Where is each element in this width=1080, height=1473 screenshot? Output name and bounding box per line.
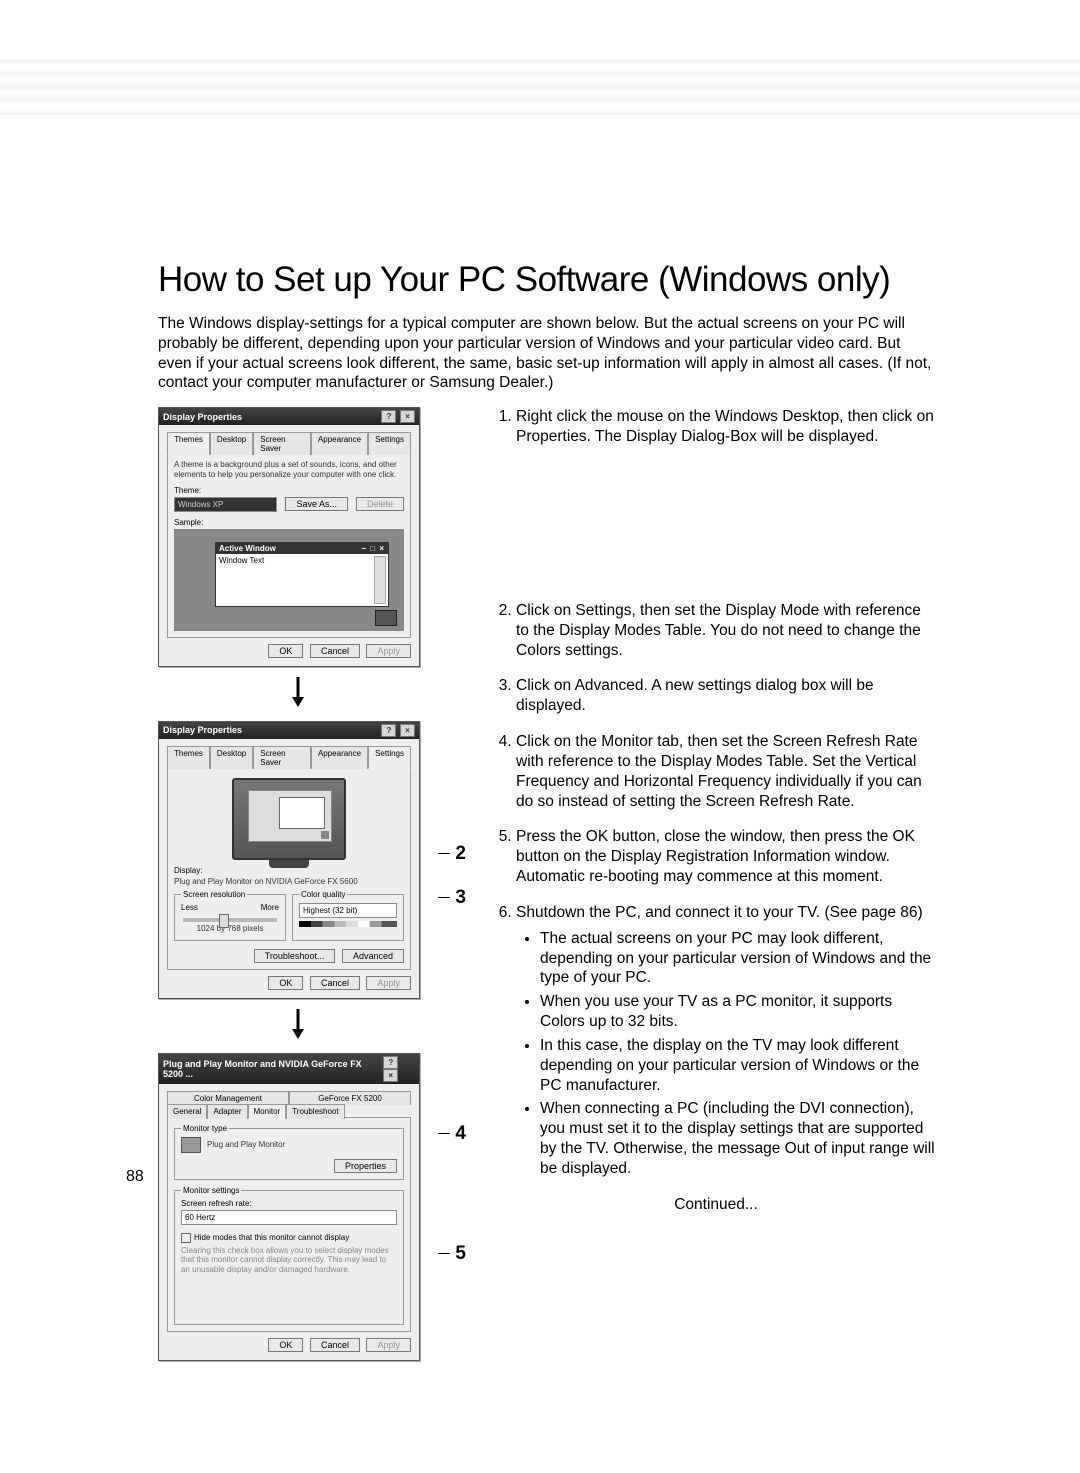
- properties-button[interactable]: Properties: [334, 1159, 397, 1173]
- intro-paragraph: The Windows display-settings for a typic…: [158, 314, 938, 393]
- dialog2-title: Display Properties: [163, 725, 242, 735]
- sample-label: Sample:: [174, 518, 404, 527]
- down-arrow-icon: [158, 1009, 438, 1039]
- resolution-legend: Screen resolution: [181, 890, 247, 899]
- step-2: Click on Settings, then set the Display …: [516, 601, 938, 660]
- display-properties-settings-dialog: Display Properties ? × Themes Desktop Sc…: [158, 721, 420, 999]
- step-6: Shutdown the PC, and connect it to your …: [516, 903, 938, 1179]
- hide-modes-blurb: Clearing this check box allows you to se…: [181, 1246, 397, 1275]
- cancel-button[interactable]: Cancel: [310, 1338, 360, 1352]
- help-icon[interactable]: ?: [381, 410, 396, 423]
- advanced-button[interactable]: Advanced: [342, 949, 404, 963]
- refresh-label: Screen refresh rate:: [181, 1199, 397, 1208]
- tab-screensaver[interactable]: Screen Saver: [253, 746, 311, 769]
- resolution-slider[interactable]: [183, 918, 277, 922]
- close-icon[interactable]: ×: [400, 724, 415, 737]
- less-label: Less: [181, 903, 198, 912]
- display-value: Plug and Play Monitor on NVIDIA GeForce …: [174, 877, 404, 887]
- monitor-type-value: Plug and Play Monitor: [207, 1140, 285, 1150]
- tab-color-management[interactable]: Color Management: [167, 1091, 289, 1105]
- tab-troubleshoot[interactable]: Troubleshoot: [286, 1104, 344, 1119]
- note-3: In this case, the display on the TV may …: [540, 1036, 938, 1095]
- tab-desktop[interactable]: Desktop: [210, 746, 253, 769]
- titlebar-buttons: ? ×: [382, 1056, 415, 1082]
- cancel-button[interactable]: Cancel: [310, 976, 360, 990]
- recycle-bin-icon: [375, 610, 397, 626]
- hide-modes-checkbox[interactable]: [181, 1233, 191, 1243]
- cancel-button[interactable]: Cancel: [310, 644, 360, 658]
- apply-button[interactable]: Apply: [366, 1338, 411, 1352]
- delete-button[interactable]: Delete: [356, 497, 404, 511]
- tab-themes[interactable]: Themes: [167, 746, 210, 769]
- tab-monitor[interactable]: Monitor: [248, 1104, 287, 1119]
- step-5: Press the OK button, close the window, t…: [516, 827, 938, 886]
- monitor-properties-dialog: Plug and Play Monitor and NVIDIA GeForce…: [158, 1053, 420, 1362]
- resolution-value: 1024 by 768 pixels: [181, 924, 279, 934]
- apply-button[interactable]: Apply: [366, 976, 411, 990]
- tab-screensaver[interactable]: Screen Saver: [253, 432, 311, 455]
- preview-active-window: Active Window: [219, 544, 276, 553]
- tab-appearance[interactable]: Appearance: [311, 746, 368, 769]
- tab-adapter[interactable]: Adapter: [207, 1104, 247, 1119]
- header-brushed-bar: [0, 60, 1080, 115]
- help-icon[interactable]: ?: [383, 1056, 398, 1069]
- callout-2: 2: [455, 843, 466, 865]
- tab-appearance[interactable]: Appearance: [311, 432, 368, 455]
- display-properties-themes-dialog: Display Properties ? × Themes Desktop Sc…: [158, 407, 420, 666]
- color-bars: [299, 921, 397, 927]
- monitor-icon: [181, 1137, 201, 1153]
- page-number: 88: [126, 1168, 144, 1186]
- theme-label: Theme:: [174, 486, 404, 495]
- refresh-select[interactable]: 60 Hertz: [181, 1210, 397, 1225]
- color-legend: Color quality: [299, 890, 347, 899]
- preview-window-text: Window Text: [219, 556, 264, 565]
- theme-select[interactable]: Windows XP: [174, 497, 277, 512]
- titlebar-buttons: ? ×: [380, 724, 415, 737]
- tab-settings[interactable]: Settings: [368, 432, 411, 455]
- ok-button[interactable]: OK: [268, 1338, 303, 1352]
- theme-blurb: A theme is a background plus a set of so…: [174, 460, 404, 479]
- ok-button[interactable]: OK: [268, 976, 303, 990]
- callout-3: 3: [455, 887, 466, 909]
- titlebar-buttons: ? ×: [380, 410, 415, 423]
- tab-themes[interactable]: Themes: [167, 432, 210, 455]
- monitor-preview: [232, 778, 346, 860]
- close-icon[interactable]: ×: [383, 1069, 398, 1082]
- more-label: More: [261, 903, 279, 912]
- callout-5: 5: [455, 1243, 466, 1265]
- step-1: Right click the mouse on the Windows Des…: [516, 407, 938, 447]
- theme-preview: Active Window – □ × Window Text: [174, 529, 404, 631]
- ok-button[interactable]: OK: [268, 644, 303, 658]
- dialog1-title: Display Properties: [163, 412, 242, 422]
- tab-general[interactable]: General: [167, 1104, 207, 1119]
- step-4: Click on the Monitor tab, then set the S…: [516, 732, 938, 811]
- down-arrow-icon: [158, 677, 438, 707]
- note-1: The actual screens on your PC may look d…: [540, 929, 938, 988]
- saveas-button[interactable]: Save As...: [285, 497, 348, 511]
- monitor-settings-legend: Monitor settings: [181, 1186, 241, 1195]
- dialog3-title: Plug and Play Monitor and NVIDIA GeForce…: [163, 1059, 382, 1079]
- tab-settings[interactable]: Settings: [368, 746, 411, 769]
- help-icon[interactable]: ?: [381, 724, 396, 737]
- continued-label: Continued...: [494, 1195, 938, 1215]
- tab-geforce[interactable]: GeForce FX 5200: [289, 1091, 411, 1105]
- page-title: How to Set up Your PC Software (Windows …: [158, 260, 938, 300]
- callout-4: 4: [455, 1123, 466, 1145]
- color-select[interactable]: Highest (32 bit): [299, 903, 397, 918]
- step-3: Click on Advanced. A new settings dialog…: [516, 676, 938, 716]
- apply-button[interactable]: Apply: [366, 644, 411, 658]
- hide-modes-label: Hide modes that this monitor cannot disp…: [194, 1233, 349, 1242]
- troubleshoot-button[interactable]: Troubleshoot...: [254, 949, 336, 963]
- tab-desktop[interactable]: Desktop: [210, 432, 253, 455]
- close-icon[interactable]: ×: [400, 410, 415, 423]
- note-4: When connecting a PC (including the DVI …: [540, 1099, 938, 1178]
- note-2: When you use your TV as a PC monitor, it…: [540, 992, 938, 1032]
- monitor-type-legend: Monitor type: [181, 1124, 229, 1133]
